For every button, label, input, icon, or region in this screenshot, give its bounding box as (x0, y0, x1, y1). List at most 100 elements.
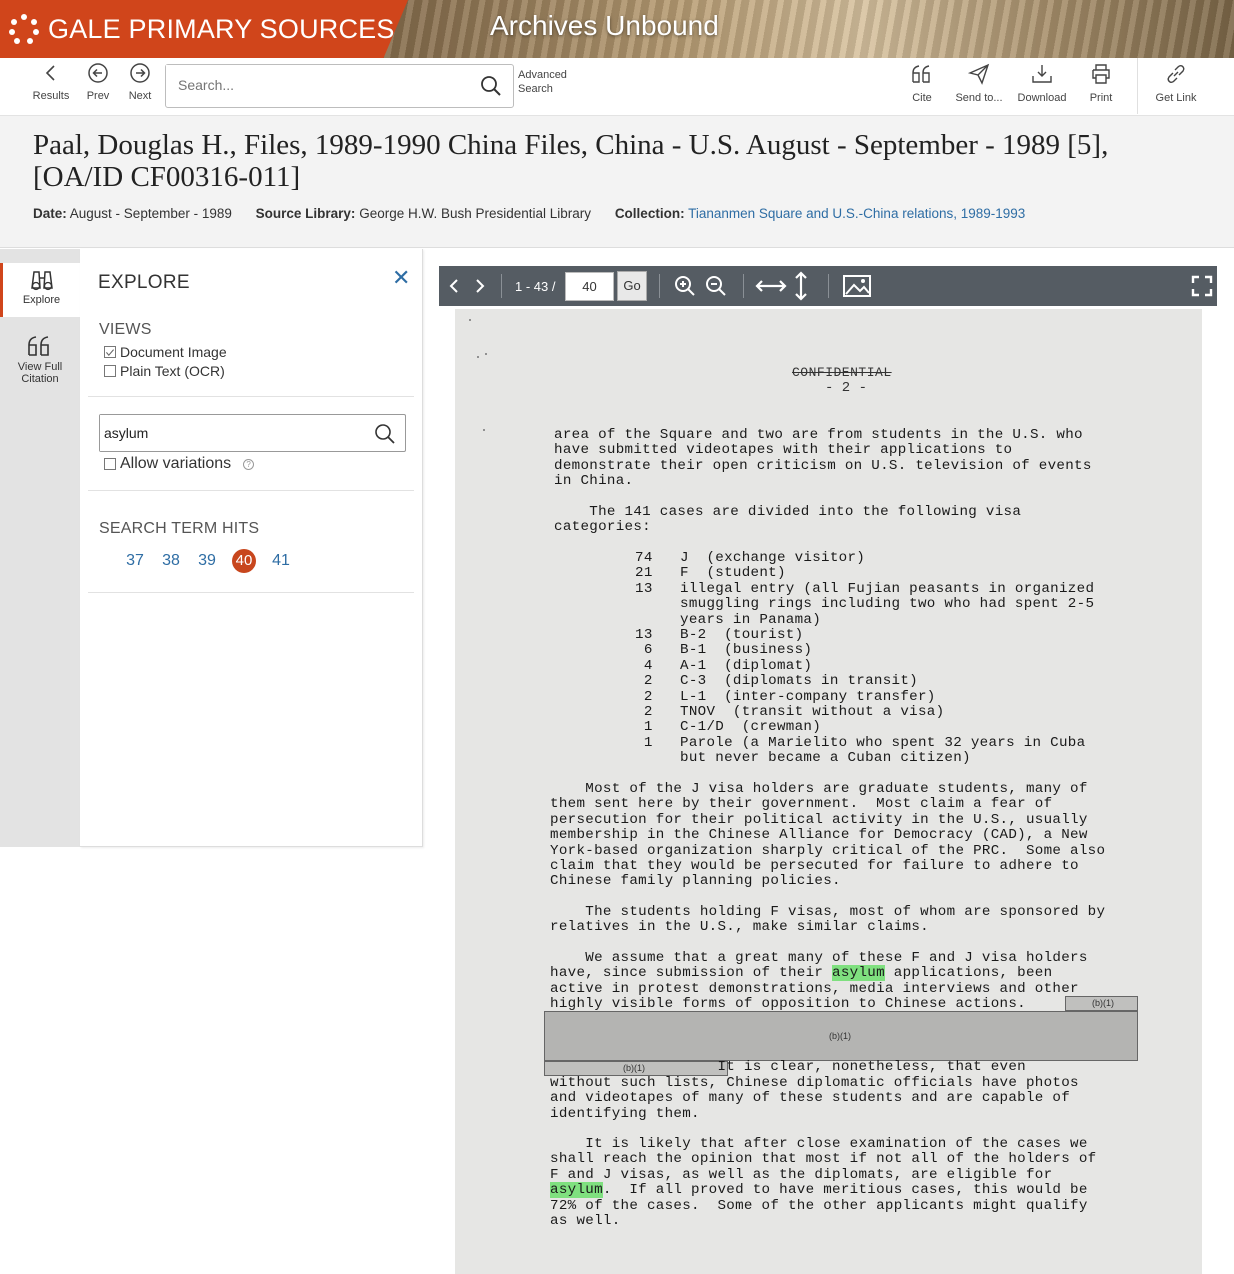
fullscreen-button[interactable] (1191, 266, 1213, 306)
brand-title: GALE PRIMARY SOURCES (48, 13, 395, 44)
fit-height-button[interactable] (791, 266, 811, 306)
help-icon[interactable]: ? (243, 458, 255, 470)
get-link-button[interactable]: Get Link (1153, 62, 1199, 104)
source-library-label: Source Library: (255, 206, 356, 221)
section-divider (88, 490, 414, 491)
search-input[interactable] (166, 65, 466, 105)
next-circle-icon (130, 63, 150, 83)
fit-width-icon (755, 280, 787, 292)
confidential-stamp: CONFIDENTIAL (792, 365, 892, 380)
link-icon (1167, 64, 1185, 84)
results-button[interactable]: Results (31, 62, 71, 102)
rail-explore-label: Explore (22, 294, 61, 306)
viewer-separator (743, 274, 744, 298)
gale-brand[interactable]: GALE PRIMARY SOURCES (0, 0, 408, 58)
rail-explore-button[interactable]: Explore (0, 263, 80, 317)
page-number-text: - 2 - (825, 380, 868, 396)
get-link-label: Get Link (1155, 92, 1197, 104)
rail-citation-line1: View Full (17, 361, 63, 373)
gale-logo-icon (8, 13, 40, 45)
scan-speck (483, 429, 485, 431)
document-page-image[interactable]: CONFIDENTIAL - 2 - area of the Square an… (455, 309, 1202, 1274)
next-page-button[interactable] (473, 266, 487, 306)
cite-button[interactable]: Cite (907, 62, 937, 104)
prev-circle-icon (88, 63, 108, 83)
prev-label: Prev (86, 90, 110, 102)
allow-variations-checkbox[interactable] (104, 458, 116, 470)
explore-title: EXPLORE (98, 272, 190, 293)
page-title: Paal, Douglas H., Files, 1989-1990 China… (33, 129, 1109, 193)
redaction-label: (b)(1) (829, 1031, 851, 1041)
paragraph-6: without such lists, Chinese diplomatic o… (550, 1075, 1079, 1122)
hit-38[interactable]: 38 (160, 552, 182, 570)
asylum-highlight[interactable]: asylum (550, 1182, 603, 1199)
prev-page-button[interactable] (447, 266, 461, 306)
hit-37[interactable]: 37 (124, 552, 146, 570)
rail-view-citation-button[interactable]: View Full Citation (0, 333, 80, 393)
hit-39[interactable]: 39 (196, 552, 218, 570)
chevron-left-icon (449, 279, 458, 293)
prev-button[interactable]: Prev (83, 62, 113, 102)
search-box (165, 64, 514, 108)
redaction-box: (b)(1) (1065, 996, 1138, 1011)
main-toolbar: Results Prev Next Advanced Search Cite S… (0, 58, 1234, 116)
keyword-search-input[interactable] (100, 415, 360, 451)
viewer-separator (828, 274, 829, 298)
document-header: Paal, Douglas H., Files, 1989-1990 China… (0, 116, 1234, 248)
redaction-label: (b)(1) (1092, 998, 1114, 1008)
view-plain-text-option[interactable]: Plain Text (OCR) (104, 363, 225, 379)
zoom-out-button[interactable] (704, 266, 728, 306)
hit-41[interactable]: 41 (270, 552, 292, 570)
source-library-value: George H.W. Bush Presidential Library (359, 206, 592, 221)
quote-icon (912, 65, 930, 83)
search-icon[interactable] (479, 74, 503, 98)
download-button[interactable]: Download (1014, 62, 1070, 104)
go-button[interactable]: Go (617, 271, 647, 301)
image-icon (843, 275, 871, 297)
paragraph-6-line1: It is clear, nonetheless, that even (550, 1059, 1026, 1075)
page-range: 1 - 43 / (515, 278, 556, 294)
image-view-button[interactable] (842, 266, 872, 306)
advanced-search-line2: Search (518, 83, 553, 95)
printer-icon (1092, 64, 1110, 84)
scan-speck (485, 353, 487, 355)
rail-citation-line2: Citation (21, 373, 59, 385)
quote-icon (28, 336, 49, 356)
section-divider (88, 396, 414, 397)
download-label: Download (1017, 92, 1067, 104)
paragraph-5: We assume that a great many of these F a… (550, 950, 1088, 1013)
paragraph-1: area of the Square and two are from stud… (554, 427, 1092, 490)
date-label: Date: (33, 206, 67, 221)
print-label: Print (1089, 92, 1113, 104)
visa-counts: 74 21 13 13 6 4 2 2 2 1 1 (635, 550, 653, 751)
zoom-in-button[interactable] (673, 266, 697, 306)
search-icon[interactable] (373, 422, 397, 446)
scan-speck (469, 319, 471, 321)
left-rail: Explore View Full Citation (0, 249, 80, 847)
paragraph-7-text-a: It is likely that after close examinatio… (550, 1136, 1097, 1183)
hit-40-active[interactable]: 40 (232, 549, 256, 573)
plain-text-checkbox[interactable] (104, 365, 116, 377)
redaction-box: (b)(1) (544, 1011, 1138, 1061)
asylum-highlight[interactable]: asylum (832, 965, 885, 982)
document-image-checkbox[interactable] (104, 346, 116, 358)
view-document-image-option[interactable]: Document Image (104, 344, 227, 360)
toolbar-divider (1137, 58, 1138, 114)
page-number-input[interactable]: 40 (565, 272, 614, 301)
next-label: Next (128, 90, 152, 102)
send-to-button[interactable]: Send to... (953, 62, 1005, 104)
next-button[interactable]: Next (126, 62, 154, 102)
explore-panel: EXPLORE ✕ VIEWS Document Image Plain Tex… (80, 249, 423, 847)
allow-variations-label: Allow variations (120, 455, 232, 472)
print-button[interactable]: Print (1086, 62, 1116, 104)
download-icon (1032, 65, 1052, 83)
fit-height-icon (795, 271, 807, 301)
close-icon[interactable]: ✕ (392, 265, 410, 291)
fit-width-button[interactable] (755, 266, 787, 306)
section-divider (88, 592, 414, 593)
chevron-right-icon (476, 279, 485, 293)
collection-link[interactable]: Tiananmen Square and U.S.-China relation… (688, 206, 1025, 221)
advanced-search-link[interactable]: Advanced Search (518, 68, 567, 96)
allow-variations-option[interactable]: Allow variations ? (104, 455, 255, 473)
paragraph-2: The 141 cases are divided into the follo… (554, 504, 1022, 536)
